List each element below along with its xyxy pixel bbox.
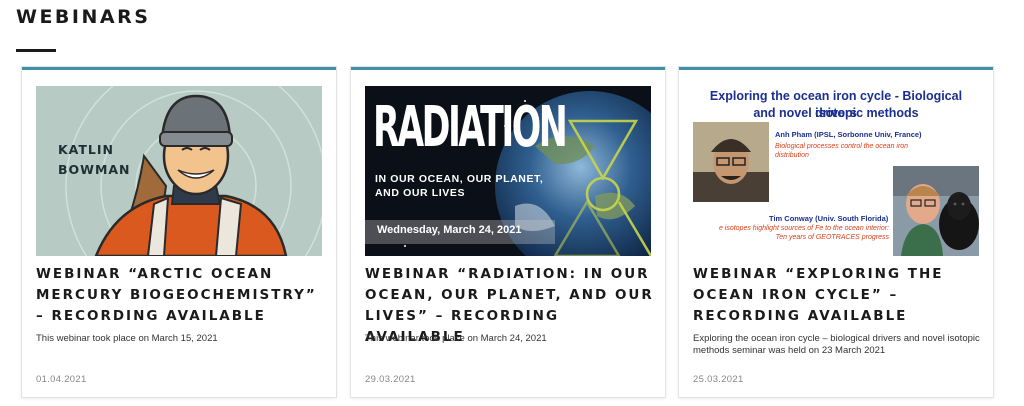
thumbnail-subtitle-line1: IN OUR OCEAN, OUR PLANET,: [375, 173, 544, 185]
webinar-card-arctic-mercury[interactable]: KATLIN BOWMAN WEBINAR “ARCTIC OCEAN MERC…: [22, 67, 336, 397]
speaker1-topic: Biological processes control the ocean i…: [775, 143, 909, 159]
speaker-name-line1: KATLIN: [58, 142, 114, 157]
card-date: 25.03.2021: [693, 374, 744, 385]
card-thumbnail-katlin-bowman[interactable]: KATLIN BOWMAN: [36, 86, 322, 256]
card-description: This webinar took place on March 15, 202…: [36, 333, 218, 344]
webinar-card-radiation[interactable]: RADIATION IN OUR OCEAN, OUR PLANET, AND …: [351, 67, 665, 397]
section-title: WEBINARS: [16, 6, 151, 28]
thumbnail-headline-line2: and novel isotopic methods: [753, 106, 919, 120]
card-description: This webinar took place on March 24, 202…: [365, 333, 547, 344]
speaker-name-line2: BOWMAN: [58, 162, 131, 177]
speaker2-topic-line2: Ten years of GEOTRACES progress: [775, 234, 889, 241]
title-underline: [16, 49, 56, 52]
card-title[interactable]: WEBINAR “EXPLORING THE OCEAN IRON CYCLE”…: [693, 264, 983, 327]
speaker2-topic-line1: e isotopes highlight sources of Fe to th…: [718, 225, 889, 232]
thumbnail-subtitle-line2: AND OUR LIVES: [375, 187, 466, 199]
card-thumbnail-radiation[interactable]: RADIATION IN OUR OCEAN, OUR PLANET, AND …: [365, 86, 651, 256]
speaker-photo-tim-conway: [893, 166, 979, 256]
speaker1-name: Anh Pham (IPSL, Sorbonne Univ, France): [775, 130, 922, 139]
thumbnail-date: Wednesday, March 24, 2021: [377, 224, 522, 236]
card-date: 01.04.2021: [36, 374, 87, 385]
speaker2-name: Tim Conway (Univ. South Florida): [769, 214, 889, 223]
speaker-photo-anh-pham: [693, 122, 769, 202]
card-description: Exploring the ocean iron cycle – biologi…: [693, 333, 980, 356]
card-thumbnail-ocean-iron[interactable]: Exploring the ocean iron cycle - Biologi…: [693, 86, 979, 256]
card-title[interactable]: WEBINAR “ARCTIC OCEAN MERCURY BIOGEOCHEM…: [36, 264, 326, 327]
card-date: 29.03.2021: [365, 374, 416, 385]
webinar-card-ocean-iron[interactable]: Exploring the ocean iron cycle - Biologi…: [679, 67, 993, 397]
thumbnail-headline: RADIATION: [373, 95, 568, 160]
